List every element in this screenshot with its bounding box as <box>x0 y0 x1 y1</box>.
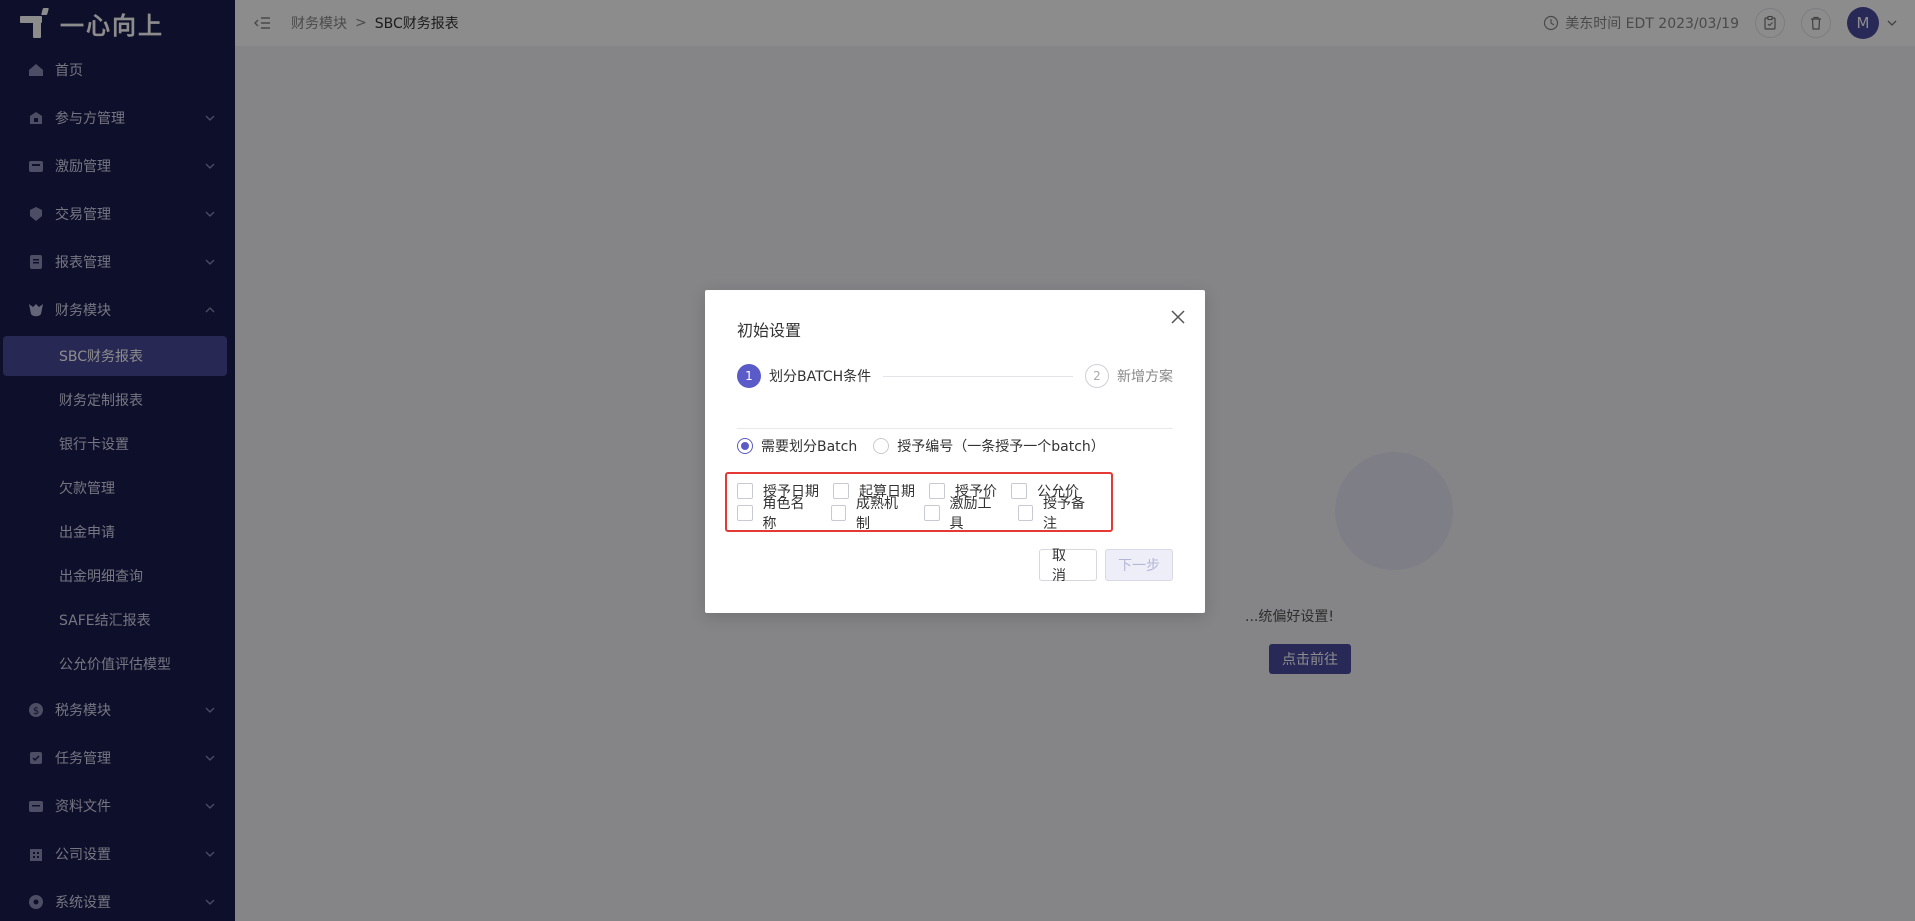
checkbox-label: 成熟机制 <box>856 496 898 532</box>
next-step-button[interactable]: 下一步 <box>1105 549 1173 581</box>
step-connector <box>883 375 1073 377</box>
batch-conditions-checkbox-group: 授予日期 起算日期 授予价 公允价 角色名称 成熟机制 激励工具 授予备注 <box>725 472 1113 532</box>
checkbox-vesting[interactable]: 成熟机制 <box>830 493 911 533</box>
radio-label: 授予编号（一条授予一个batch） <box>897 439 1105 455</box>
checkbox-box <box>830 505 846 521</box>
step-1-label: 划分BATCH条件 <box>769 369 872 385</box>
checkbox-label: 授予备注 <box>1043 496 1085 532</box>
radio-label: 需要划分Batch <box>761 439 858 455</box>
checkbox-label: 角色名称 <box>762 496 805 532</box>
radio-grant-number[interactable]: 授予编号（一条授予一个batch） <box>873 436 1105 456</box>
initial-settings-modal: 初始设置 1 划分BATCH条件 2 新增方案 需要划分Batch 授予编号（一… <box>705 290 1205 613</box>
step-1-number: 1 <box>737 364 761 388</box>
checkbox-box <box>1017 505 1033 521</box>
batch-radio-group: 需要划分Batch 授予编号（一条授予一个batch） <box>737 434 1121 458</box>
steps: 1 划分BATCH条件 2 新增方案 <box>737 364 1173 388</box>
step-2-number: 2 <box>1085 364 1109 388</box>
checkbox-label: 激励工具 <box>949 496 992 532</box>
radio-indicator <box>737 438 753 454</box>
modal-title: 初始设置 <box>737 321 802 340</box>
radio-indicator <box>873 438 890 454</box>
radio-need-batch[interactable]: 需要划分Batch <box>737 436 857 456</box>
close-icon[interactable] <box>1169 308 1187 326</box>
checkbox-role-name[interactable]: 角色名称 <box>737 493 817 533</box>
cancel-button[interactable]: 取 消 <box>1039 548 1097 584</box>
checkbox-grant-note[interactable]: 授予备注 <box>1017 493 1098 533</box>
checkbox-row: 角色名称 成熟机制 激励工具 授予备注 <box>737 496 1111 532</box>
checkbox-incentive-tool[interactable]: 激励工具 <box>924 493 1004 533</box>
checkbox-box <box>924 505 940 521</box>
divider <box>737 428 1173 429</box>
step-2-label: 新增方案 <box>1117 369 1173 385</box>
modal-footer: 取 消 下一步 <box>1039 548 1173 584</box>
checkbox-box <box>737 505 753 521</box>
